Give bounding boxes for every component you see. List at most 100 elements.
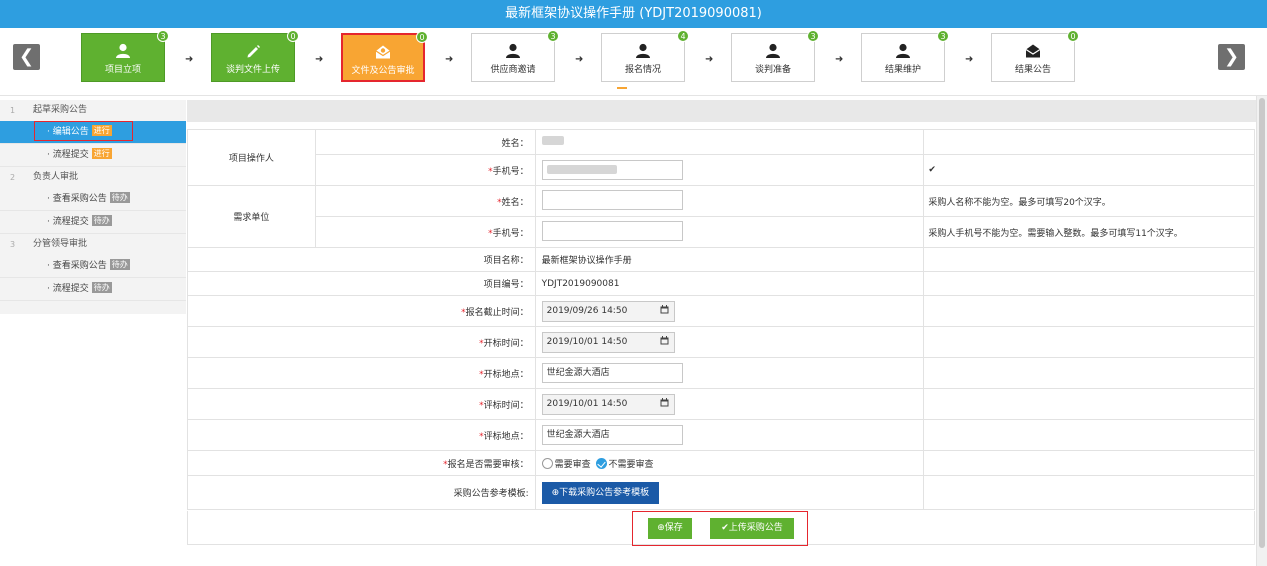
sidebar-item-submit-flow[interactable]: · 流程提交 进行 — [0, 144, 186, 167]
sidebar-item-view-notice[interactable]: · 查看采购公告 待办 — [0, 188, 186, 211]
step-label: 文件及公告审批 — [351, 66, 415, 76]
step-label: 谈判文件上传 — [225, 65, 280, 75]
eval-time-label-cell: *评标时间： — [187, 388, 536, 420]
signup-deadline-cell: 2019/09/26 14:50 — [534, 295, 925, 327]
upload-notice-button[interactable]: ✔上传采购公告 — [710, 518, 794, 539]
signup-deadline-label-cell: *报名截止时间： — [187, 295, 536, 327]
review-yes-radio[interactable] — [541, 457, 553, 469]
operator-phone-input[interactable] — [541, 160, 683, 180]
next-arrow-button[interactable]: ❯ — [1218, 44, 1245, 70]
main-header-bar — [187, 100, 1256, 122]
sidebar-item-label: · 查看采购公告 — [47, 194, 107, 204]
sidebar-group-leader-approve: 3 分管领导审批 — [0, 234, 186, 255]
operator-name-tip — [923, 129, 1255, 155]
sidebar-item-submit-flow[interactable]: · 流程提交 待办 — [0, 278, 186, 301]
step-negotiation-prep[interactable]: 谈判准备 3 — [731, 30, 819, 82]
template-cell: ⊕下载采购公告参考模板 — [534, 475, 925, 510]
group-label: 分管领导审批 — [33, 239, 88, 249]
eval-time-label: 评标时间： — [483, 400, 529, 411]
open-place-input[interactable]: 世纪金源大酒店 — [541, 363, 683, 383]
arrow-right-icon: ➜ — [315, 54, 324, 65]
status-badge: 待办 — [109, 259, 130, 270]
calendar-icon[interactable] — [660, 397, 669, 407]
group-number: 2 — [10, 173, 16, 182]
demand-name-tip: 采购人名称不能为空。最多可填写20个汉字。 — [923, 185, 1255, 217]
arrow-right-icon: ➜ — [705, 54, 714, 65]
user-icon — [506, 43, 520, 58]
review-no-radio[interactable] — [595, 457, 607, 469]
arrow-right-icon: ➜ — [835, 54, 844, 65]
sidebar-item-label: · 流程提交 — [47, 217, 89, 227]
signup-deadline-input[interactable]: 2019/09/26 14:50 — [541, 300, 675, 322]
review-label: 报名是否需要审核： — [447, 459, 529, 470]
group-label: 起草采购公告 — [33, 105, 88, 115]
review-yes-label: 需要审查 — [554, 459, 591, 470]
review-no-label: 不需要审查 — [608, 459, 654, 470]
notice-form: 项目操作人 姓名： *手机号： ✔ 需求单位 *姓名： 采购人名称不能为空。最多… — [187, 129, 1255, 510]
calendar-icon[interactable] — [660, 335, 669, 345]
sidebar-item-submit-flow[interactable]: · 流程提交 待办 — [0, 211, 186, 234]
sidebar-item-view-notice[interactable]: · 查看采购公告 待办 — [0, 255, 186, 278]
demand-name-input[interactable] — [541, 189, 683, 210]
operator-name-label: 姓名： — [314, 129, 536, 155]
operator-name-value — [534, 129, 925, 155]
step-supplier-invite[interactable]: 供应商邀请 3 — [471, 30, 559, 82]
project-no-label: 项目编号： — [187, 271, 536, 296]
step-file-upload[interactable]: 谈判文件上传 0 — [211, 30, 299, 82]
demand-name-label-cell: *姓名： — [314, 185, 536, 217]
eval-time-cell: 2019/10/01 14:50 — [534, 388, 925, 420]
current-step-indicator — [617, 87, 627, 89]
step-result-maintain[interactable]: 结果维护 3 — [861, 30, 949, 82]
template-label: 采购公告参考模板: — [187, 475, 536, 510]
demand-phone-cell — [534, 216, 925, 248]
open-time-input[interactable]: 2019/10/01 14:50 — [541, 331, 675, 353]
operator-phone-ok: ✔ — [923, 154, 1255, 186]
review-label-cell: *报名是否需要审核： — [187, 450, 536, 476]
step-count-badge: 0 — [416, 31, 428, 43]
review-options: 需要审查 不需要审查 — [534, 450, 925, 476]
step-count-badge: 3 — [157, 30, 169, 42]
project-no-value: YDJT2019090081 — [534, 271, 925, 296]
step-approval[interactable]: 文件及公告审批 0 — [341, 31, 428, 82]
step-count-badge: 3 — [547, 30, 559, 42]
user-icon — [116, 43, 130, 58]
vertical-scrollbar[interactable] — [1256, 96, 1267, 566]
date-value: 2019/10/01 14:50 — [546, 336, 628, 347]
save-button[interactable]: ⊕保存 — [648, 518, 692, 539]
user-icon — [766, 43, 780, 58]
demand-name-cell — [534, 185, 925, 217]
operator-phone-label: 手机号： — [492, 166, 529, 177]
sidebar-item-label: · 查看采购公告 — [47, 261, 107, 271]
sidebar-item-edit-notice[interactable]: · 编辑公告 进行 — [0, 121, 186, 144]
calendar-icon[interactable] — [660, 304, 669, 314]
status-badge: 待办 — [91, 282, 112, 293]
open-place-label-cell: *开标地点： — [187, 357, 536, 389]
open-time-label-cell: *开标时间： — [187, 326, 536, 358]
status-badge: 进行 — [91, 148, 112, 159]
step-count-badge: 0 — [1067, 30, 1079, 42]
step-label: 项目立项 — [104, 65, 141, 75]
main-panel — [187, 100, 1256, 122]
eval-time-input[interactable]: 2019/10/01 14:50 — [541, 393, 675, 415]
arrow-right-icon: ➜ — [965, 54, 974, 65]
arrow-right-icon: ➜ — [185, 54, 194, 65]
download-template-button[interactable]: ⊕下载采购公告参考模板 — [541, 481, 660, 504]
step-result-announce[interactable]: 结果公告 0 — [991, 30, 1079, 82]
operator-phone-label-cell: *手机号： — [314, 154, 536, 186]
step-count-badge: 3 — [807, 30, 819, 42]
project-name-label: 项目名称： — [187, 247, 536, 272]
demand-phone-input[interactable] — [541, 220, 683, 241]
step-count-badge: 4 — [677, 30, 689, 42]
step-signup-status[interactable]: 报名情况 4 — [601, 30, 689, 82]
user-icon — [636, 43, 650, 58]
open-time-cell: 2019/10/01 14:50 — [534, 326, 925, 358]
sidebar-item-label: · 编辑公告 — [47, 127, 89, 137]
step-project-setup[interactable]: 项目立项 3 — [81, 30, 169, 82]
scrollbar-thumb[interactable] — [1259, 98, 1265, 548]
demand-name-label: 姓名： — [501, 197, 529, 208]
operator-phone-cell — [534, 154, 925, 186]
sidebar-item-label: · 流程提交 — [47, 284, 89, 294]
prev-arrow-button[interactable]: ❮ — [13, 44, 40, 70]
page-title: 最新框架协议操作手册 (YDJT2019090081) — [0, 0, 1267, 28]
eval-place-input[interactable]: 世纪金源大酒店 — [541, 425, 683, 445]
